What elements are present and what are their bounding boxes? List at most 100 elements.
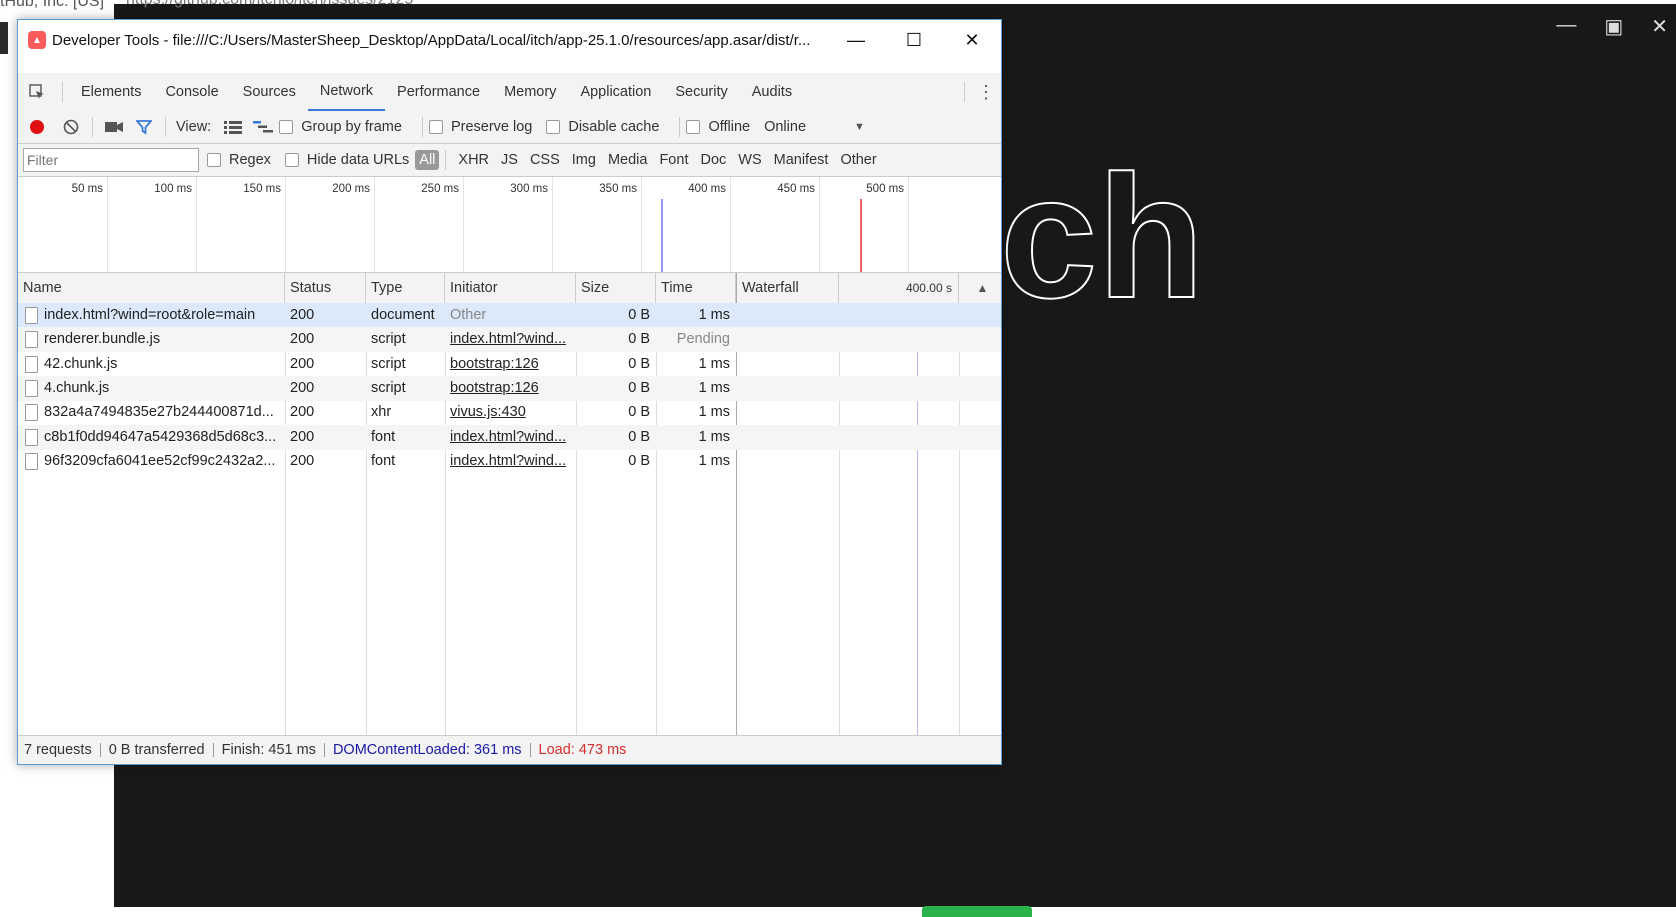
- time-text: Pending: [676, 331, 730, 348]
- initiator-text: bootstrap:126: [450, 355, 539, 372]
- finish-time: Finish: 451 ms: [221, 742, 316, 758]
- file-icon: [25, 307, 38, 324]
- table-row[interactable]: renderer.bundle.js 200 script index.html?wi…: [18, 327, 1001, 353]
- tab-elements[interactable]: Elements: [69, 74, 153, 110]
- maximize-icon[interactable]: ☐: [885, 20, 943, 60]
- time-text: 1 ms: [698, 404, 730, 421]
- filter-type-manifest[interactable]: Manifest: [768, 152, 835, 168]
- disable-cache-label: Disable cache: [568, 119, 660, 135]
- group-by-frame-toggle[interactable]: Group by frame: [279, 119, 402, 135]
- name-text: 4.chunk.js: [44, 379, 110, 396]
- app-green-button[interactable]: [922, 906, 1032, 917]
- minimize-icon[interactable]: —: [827, 20, 885, 60]
- preserve-log-checkbox[interactable]: [428, 120, 443, 134]
- filter-type-css[interactable]: CSS: [524, 152, 566, 168]
- browser-site-label: tHub, Inc. [US]: [0, 0, 105, 10]
- disable-cache-toggle[interactable]: Disable cache: [546, 119, 659, 135]
- file-icon: [25, 331, 38, 349]
- filter-input[interactable]: [23, 148, 199, 172]
- regex-toggle[interactable]: Regex: [207, 152, 271, 168]
- filter-type-other[interactable]: Other: [834, 152, 882, 168]
- offline-checkbox[interactable]: [686, 120, 701, 134]
- hide-data-urls-toggle[interactable]: Hide data URLs: [284, 152, 409, 168]
- close-icon[interactable]: ✕: [943, 20, 1001, 60]
- table-row[interactable]: c8b1f0dd94647a5429368d5d68c3... 200 font in…: [18, 424, 1001, 450]
- column-header-initiator[interactable]: Initiator: [445, 273, 576, 303]
- filter-type-img[interactable]: Img: [566, 152, 602, 168]
- overview-waterfall-icon[interactable]: [247, 120, 279, 134]
- table-row[interactable]: 832a4a7494835e27b244400871d... 200 xhr vivu…: [18, 400, 1001, 425]
- minimize-icon[interactable]: —: [1556, 14, 1576, 39]
- table-row[interactable]: 42.chunk.js 200 script bootstrap:126 0 B 1 ms: [18, 352, 1001, 377]
- throttling-select[interactable]: Online ▼: [764, 119, 865, 135]
- filter-type-ws[interactable]: WS: [732, 152, 767, 168]
- table-row[interactable]: 4.chunk.js 200 script bootstrap:126 0 B 1 ms: [18, 375, 1001, 401]
- hide-data-urls-checkbox[interactable]: [284, 153, 299, 167]
- file-icon: [25, 404, 38, 422]
- cell-time: 1 ms: [656, 449, 736, 474]
- cell-initiator[interactable]: index.html?wind...: [445, 425, 576, 450]
- network-overview-timeline[interactable]: 50 ms 100 ms 150 ms 200 ms 250 ms 300 ms 350 m…: [18, 177, 1001, 273]
- cell-initiator[interactable]: bootstrap:126: [445, 352, 576, 377]
- cell-name: 96f3209cfa6041ee52cf99c2432a2...: [18, 449, 285, 474]
- request-count: 7 requests: [24, 742, 92, 758]
- inspect-element-icon[interactable]: [18, 83, 56, 101]
- filter-icon[interactable]: [129, 119, 159, 135]
- sort-arrow-icon[interactable]: ▲: [959, 273, 1001, 303]
- close-icon[interactable]: ✕: [1651, 14, 1668, 39]
- browser-url-text: https://github.com/itchio/itch/issues/21…: [126, 0, 413, 9]
- tab-sources[interactable]: Sources: [231, 74, 308, 110]
- filter-type-all[interactable]: All: [415, 150, 440, 170]
- overview-tick-label: 50 ms: [71, 183, 103, 195]
- cell-size: 0 B: [576, 327, 656, 352]
- filter-type-xhr[interactable]: XHR: [452, 152, 495, 168]
- tab-console[interactable]: Console: [153, 74, 230, 110]
- size-text: 0 B: [628, 428, 650, 445]
- table-row[interactable]: index.html?wind=root&role=main 200 documen…: [18, 303, 1001, 328]
- cell-initiator[interactable]: index.html?wind...: [445, 449, 576, 474]
- column-header-time[interactable]: Time: [656, 273, 736, 303]
- overview-tick-label: 350 ms: [599, 183, 637, 195]
- overview-tick-label: 200 ms: [332, 183, 370, 195]
- tab-audits[interactable]: Audits: [740, 74, 804, 110]
- regex-checkbox[interactable]: [207, 153, 221, 167]
- tab-network[interactable]: Network: [307, 73, 386, 111]
- filter-type-doc[interactable]: Doc: [694, 152, 732, 168]
- tab-application[interactable]: Application: [568, 74, 663, 110]
- group-by-frame-label: Group by frame: [301, 119, 402, 135]
- cell-initiator[interactable]: index.html?wind...: [445, 327, 576, 352]
- cell-initiator: Other: [445, 303, 576, 328]
- filter-type-media[interactable]: Media: [602, 152, 654, 168]
- screenshot-camera-icon[interactable]: [99, 120, 129, 134]
- clear-icon[interactable]: [56, 119, 86, 135]
- table-row[interactable]: 96f3209cfa6041ee52cf99c2432a2... 200 font i…: [18, 449, 1001, 474]
- disable-cache-checkbox[interactable]: [546, 120, 561, 134]
- tab-performance[interactable]: Performance: [385, 74, 492, 110]
- offline-toggle[interactable]: Offline: [686, 119, 750, 135]
- group-by-frame-checkbox[interactable]: [279, 120, 294, 134]
- cell-time: Pending: [656, 327, 736, 352]
- cell-initiator[interactable]: vivus.js:430: [445, 400, 576, 425]
- column-header-type[interactable]: Type: [366, 273, 445, 303]
- size-text: 0 B: [628, 307, 650, 323]
- record-icon[interactable]: [18, 119, 56, 135]
- cell-initiator[interactable]: bootstrap:126: [445, 376, 576, 401]
- filter-type-js[interactable]: JS: [495, 152, 524, 168]
- maximize-icon[interactable]: ▣: [1604, 14, 1623, 39]
- column-header-name[interactable]: Name: [18, 273, 285, 303]
- cell-time: 1 ms: [656, 400, 736, 425]
- filter-type-font[interactable]: Font: [653, 152, 694, 168]
- cell-time: 1 ms: [656, 425, 736, 450]
- network-request-list: index.html?wind=root&role=main 200 documen…: [18, 303, 1001, 735]
- column-header-size[interactable]: Size: [576, 273, 656, 303]
- large-rows-icon[interactable]: [219, 120, 247, 134]
- tab-security[interactable]: Security: [663, 74, 739, 110]
- more-options-icon[interactable]: ⋮: [971, 82, 1001, 103]
- cell-time: 1 ms: [656, 352, 736, 377]
- size-text: 0 B: [628, 331, 650, 348]
- cell-size: 0 B: [576, 425, 656, 450]
- column-header-waterfall[interactable]: Waterfall: [736, 273, 839, 303]
- tab-memory[interactable]: Memory: [492, 74, 568, 110]
- column-header-status[interactable]: Status: [285, 273, 366, 303]
- preserve-log-toggle[interactable]: Preserve log: [428, 119, 532, 135]
